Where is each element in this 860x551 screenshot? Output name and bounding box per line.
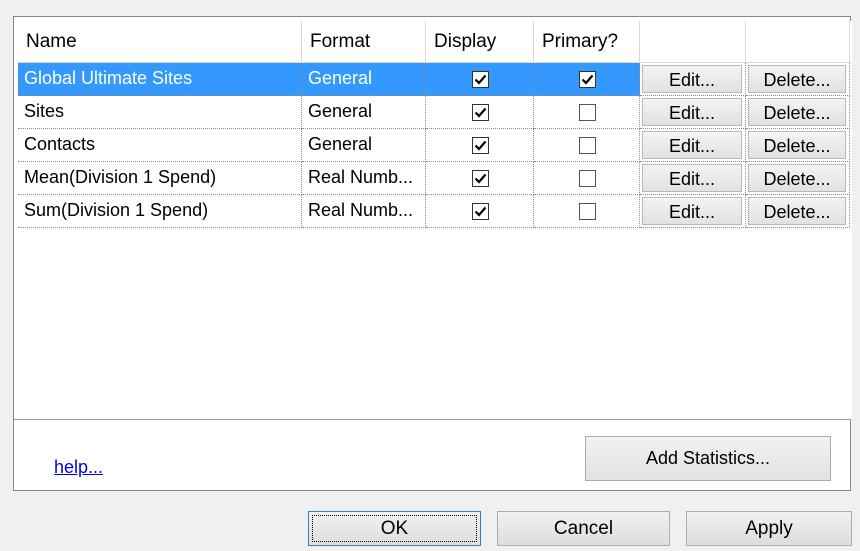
display-checkbox[interactable] [471,71,489,88]
edit-cell: Edit... [640,129,746,162]
apply-button[interactable]: Apply [686,511,852,546]
display-checkbox[interactable] [471,170,489,187]
delete-cell: Delete... [746,195,850,228]
column-header-display[interactable]: Display [426,21,534,63]
delete-cell: Delete... [746,63,850,96]
primary-cell [534,63,640,96]
display-checkbox[interactable] [471,203,489,220]
primary-cell [534,96,640,129]
row-format-cell[interactable]: General [302,96,426,129]
row-format-cell[interactable]: General [302,63,426,96]
primary-checkbox[interactable] [578,137,596,154]
primary-checkbox[interactable] [578,170,596,187]
row-name-cell[interactable]: Mean(Division 1 Spend) [18,162,302,195]
display-checkbox[interactable] [471,104,489,121]
primary-cell [534,195,640,228]
edit-cell: Edit... [640,195,746,228]
row-name-cell[interactable]: Sum(Division 1 Spend) [18,195,302,228]
delete-button[interactable]: Delete... [748,65,846,93]
display-cell [426,63,534,96]
cancel-button[interactable]: Cancel [497,511,670,546]
edit-cell: Edit... [640,96,746,129]
focus-rectangle [312,515,477,542]
table-row[interactable]: Mean(Division 1 Spend) Real Numb... Edit..… [18,162,852,195]
statistics-grid: Name Format Display Primary? Global Ulti… [18,21,852,419]
column-header-format[interactable]: Format [302,21,426,63]
edit-button[interactable]: Edit... [642,98,742,126]
column-header-edit[interactable] [640,21,746,63]
grid-divider [14,419,850,420]
display-checkbox[interactable] [471,137,489,154]
row-format-cell[interactable]: Real Numb... [302,195,426,228]
column-header-delete[interactable] [746,21,850,63]
delete-cell: Delete... [746,129,850,162]
display-cell [426,195,534,228]
help-link[interactable]: help... [54,457,103,478]
display-cell [426,129,534,162]
row-name-cell[interactable]: Contacts [18,129,302,162]
column-header-primary[interactable]: Primary? [534,21,640,63]
edit-button[interactable]: Edit... [642,197,742,225]
table-row[interactable]: Global Ultimate Sites General Edit... Delet… [18,63,852,96]
edit-cell: Edit... [640,63,746,96]
row-name-cell[interactable]: Sites [18,96,302,129]
ok-button[interactable]: OK [308,511,481,546]
table-row[interactable]: Contacts General Edit... Delete... [18,129,852,162]
delete-cell: Delete... [746,162,850,195]
statistics-panel: Name Format Display Primary? Global Ulti… [13,16,852,491]
primary-cell [534,162,640,195]
primary-checkbox[interactable] [578,71,596,88]
row-format-cell[interactable]: General [302,129,426,162]
delete-button[interactable]: Delete... [748,131,846,159]
row-name-cell[interactable]: Global Ultimate Sites [18,63,302,96]
edit-button[interactable]: Edit... [642,131,742,159]
add-statistics-button[interactable]: Add Statistics... [585,436,831,481]
delete-button[interactable]: Delete... [748,98,846,126]
edit-cell: Edit... [640,162,746,195]
primary-cell [534,129,640,162]
delete-cell: Delete... [746,96,850,129]
table-row[interactable]: Sites General Edit... Delete... [18,96,852,129]
table-row[interactable]: Sum(Division 1 Spend) Real Numb... Edit...… [18,195,852,228]
row-format-cell[interactable]: Real Numb... [302,162,426,195]
display-cell [426,96,534,129]
display-cell [426,162,534,195]
delete-button[interactable]: Delete... [748,164,846,192]
edit-button[interactable]: Edit... [642,164,742,192]
column-header-name[interactable]: Name [18,21,302,63]
delete-button[interactable]: Delete... [748,197,846,225]
primary-checkbox[interactable] [578,203,596,220]
edit-button[interactable]: Edit... [642,65,742,93]
primary-checkbox[interactable] [578,104,596,121]
grid-header: Name Format Display Primary? [18,21,852,63]
